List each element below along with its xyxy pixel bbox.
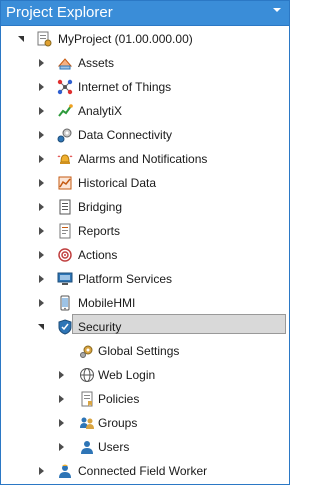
platform-services-icon <box>57 271 73 287</box>
expand-toggle-icon[interactable] <box>37 460 47 482</box>
expand-toggle-icon[interactable] <box>37 76 47 98</box>
tree-item-label: Actions <box>78 248 118 262</box>
panel-header: Project Explorer <box>1 1 289 26</box>
tree-item-global-settings[interactable]: Global Settings <box>73 340 285 362</box>
field-worker-icon <box>57 463 73 479</box>
tree-item-label: Bridging <box>78 200 123 214</box>
analytix-icon <box>57 103 73 119</box>
tree-item-label: Assets <box>78 56 115 70</box>
tree-item-label: Data Connectivity <box>78 128 173 142</box>
tree-item-label: Historical Data <box>78 176 157 190</box>
panel-title: Project Explorer <box>6 4 113 21</box>
project-explorer-panel: Project Explorer MyProject (01.00.000.00… <box>0 0 290 485</box>
expand-toggle-icon[interactable] <box>57 436 67 458</box>
collapse-toggle-icon[interactable] <box>37 316 47 338</box>
actions-icon <box>57 247 73 263</box>
expand-toggle-icon[interactable] <box>37 268 47 290</box>
tree-item-assets[interactable]: Assets <box>1 52 289 74</box>
tree-item-actions[interactable]: Actions <box>1 244 289 266</box>
tree-item-label: Security <box>78 320 122 334</box>
expand-toggle-icon[interactable] <box>37 100 47 122</box>
expand-toggle-icon[interactable] <box>37 292 47 314</box>
tree-item-label: Policies <box>98 392 140 406</box>
tree-item-users[interactable]: Users <box>1 436 289 458</box>
tree-root-label: MyProject (01.00.000.00) <box>58 32 193 46</box>
tree-item-data-connectivity[interactable]: Data Connectivity <box>1 124 289 146</box>
tree-item-connected-field-worker[interactable]: Connected Field Worker <box>1 460 289 482</box>
users-icon <box>79 439 95 455</box>
collapse-toggle-icon[interactable] <box>17 28 27 50</box>
reports-icon <box>57 223 73 239</box>
bridging-icon <box>57 199 73 215</box>
expand-toggle-icon[interactable] <box>37 124 47 146</box>
tree-item-policies[interactable]: Policies <box>1 388 289 410</box>
tree-item-security[interactable]: Security <box>1 316 289 338</box>
tree-item-label: Groups <box>98 416 138 430</box>
tree-item-web-login[interactable]: Web Login <box>1 364 289 386</box>
panel-menu-arrow-icon[interactable] <box>273 8 281 12</box>
historical-data-icon <box>57 175 73 191</box>
tree-item-label: AnalytiX <box>78 104 123 118</box>
policies-icon <box>79 391 95 407</box>
expand-toggle-icon[interactable] <box>37 148 47 170</box>
tree-item-label: Web Login <box>98 368 156 382</box>
project-icon <box>36 31 52 47</box>
tree-item-groups[interactable]: Groups <box>1 412 289 434</box>
groups-icon <box>79 415 95 431</box>
iot-icon <box>57 79 73 95</box>
tree-item-label: MobileHMI <box>78 296 136 310</box>
tree-item-label: Connected Field Worker <box>78 464 208 478</box>
expand-toggle-icon[interactable] <box>37 52 47 74</box>
expand-toggle-icon[interactable] <box>37 196 47 218</box>
tree-item-analytix[interactable]: AnalytiX <box>1 100 289 122</box>
web-login-icon <box>79 367 95 383</box>
expand-toggle-icon[interactable] <box>57 412 67 434</box>
alarms-icon <box>57 151 73 167</box>
tree-item-label: Global Settings <box>98 344 180 358</box>
tree-item-label: Internet of Things <box>78 80 172 94</box>
expand-toggle-icon[interactable] <box>57 388 67 410</box>
tree-item-label: Reports <box>78 224 121 238</box>
expand-toggle-icon[interactable] <box>37 244 47 266</box>
expand-toggle-icon[interactable] <box>57 364 67 386</box>
gear-icon <box>79 343 95 359</box>
tree-item-label: Platform Services <box>78 272 173 286</box>
assets-icon <box>57 55 73 71</box>
tree-item-historical-data[interactable]: Historical Data <box>1 172 289 194</box>
tree-item-label: Alarms and Notifications <box>78 152 208 166</box>
security-shield-icon <box>57 319 73 335</box>
tree-item-internet-of-things[interactable]: Internet of Things <box>1 76 289 98</box>
data-connectivity-icon <box>57 127 73 143</box>
mobilehmi-icon <box>57 295 73 311</box>
tree-item-alarms-and-notifications[interactable]: Alarms and Notifications <box>1 148 289 170</box>
expand-toggle-icon[interactable] <box>37 172 47 194</box>
expand-toggle-icon[interactable] <box>37 220 47 242</box>
tree-root[interactable]: MyProject (01.00.000.00) <box>1 28 289 50</box>
tree-item-label: Users <box>98 440 130 454</box>
tree-item-mobilehmi[interactable]: MobileHMI <box>1 292 289 314</box>
tree-item-reports[interactable]: Reports <box>1 220 289 242</box>
tree-item-platform-services[interactable]: Platform Services <box>1 268 289 290</box>
tree-item-bridging[interactable]: Bridging <box>1 196 289 218</box>
